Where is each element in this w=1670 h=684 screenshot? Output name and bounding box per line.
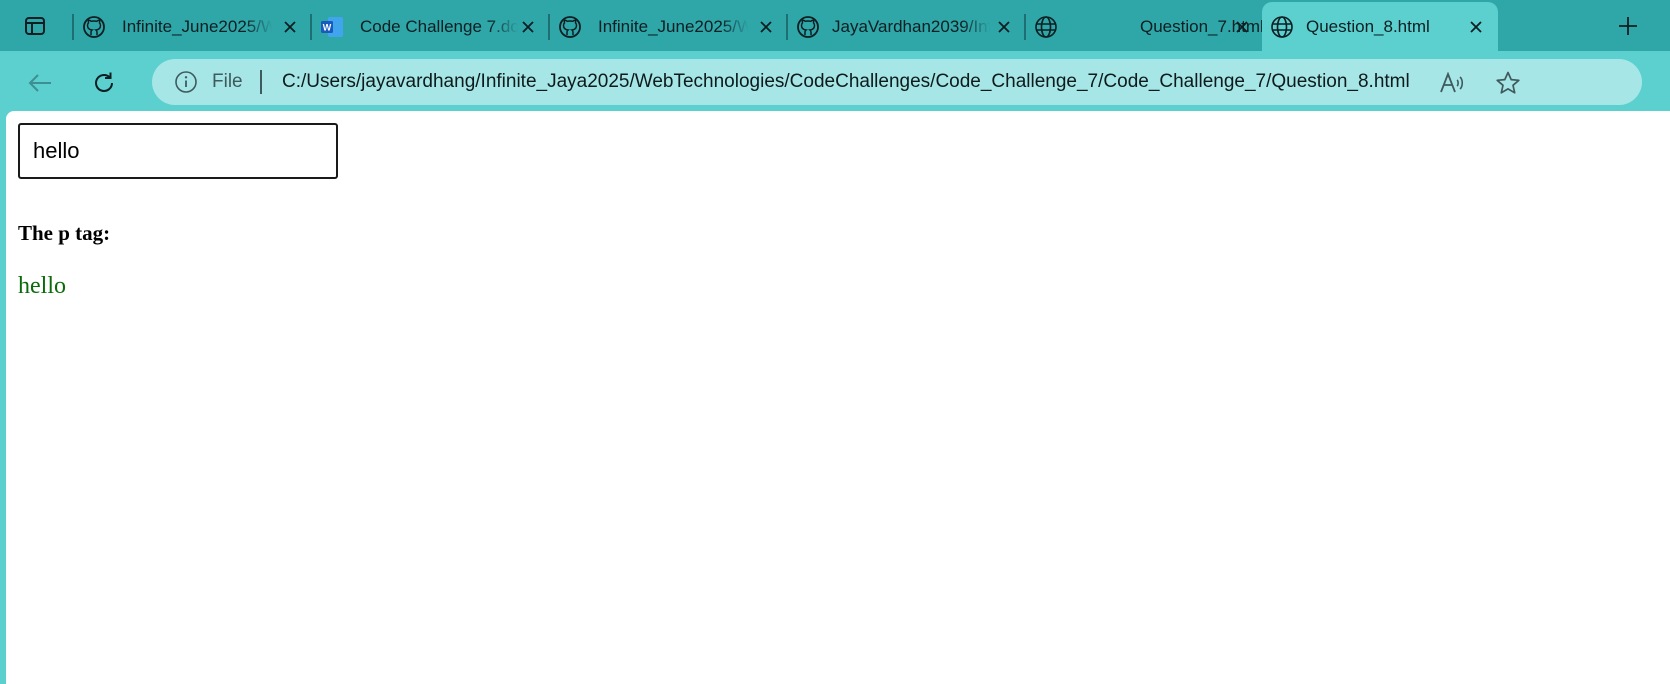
close-icon	[998, 21, 1010, 33]
globe-icon	[1270, 15, 1294, 39]
p-tag-heading: The p tag:	[18, 221, 111, 245]
tab-question-8[interactable]: Question_8.html	[1262, 2, 1498, 51]
address-separator	[260, 70, 262, 94]
output-paragraph: hello	[18, 273, 66, 299]
tab-code-challenge-doc[interactable]: W Code Challenge 7.docx	[310, 6, 546, 45]
tab-separator	[72, 14, 74, 40]
plus-icon	[1619, 17, 1637, 35]
back-button[interactable]	[22, 65, 58, 101]
github-icon	[796, 15, 820, 39]
tab-close-button[interactable]	[1232, 17, 1252, 37]
github-icon	[558, 15, 582, 39]
github-icon	[82, 15, 106, 39]
page-viewport: The p tag: hello	[6, 111, 1670, 684]
refresh-button[interactable]	[86, 65, 122, 101]
info-icon[interactable]	[174, 70, 198, 94]
back-arrow-icon	[28, 74, 51, 92]
address-bar[interactable]: File C:/Users/jayavardhang/Infinite_Jaya…	[152, 59, 1642, 105]
tab-close-button[interactable]	[756, 17, 776, 37]
tab-separator	[786, 14, 788, 40]
tab-title: Infinite_June2025/WebTechnologies	[598, 17, 748, 36]
tab-separator	[310, 14, 312, 40]
globe-icon	[1034, 15, 1058, 39]
tab-question-7[interactable]: Question_7.html	[1024, 6, 1264, 45]
tab-infinite-june2025-1[interactable]: Infinite_June2025/WebTechnologies	[72, 6, 308, 45]
tab-jayavardhan-repo[interactable]: JayaVardhan2039/Infinite	[786, 6, 1022, 45]
tab-infinite-june2025-2[interactable]: Infinite_June2025/WebTechnologies	[548, 6, 784, 45]
favorite-star-icon[interactable]	[1494, 69, 1522, 97]
close-icon	[284, 21, 296, 33]
address-url[interactable]: C:/Users/jayavardhang/Infinite_Jaya2025/…	[282, 71, 1410, 93]
browser-toolbar: File C:/Users/jayavardhang/Infinite_Jaya…	[0, 51, 1670, 111]
tab-title: Question_8.html	[1306, 17, 1430, 36]
text-input[interactable]	[18, 123, 338, 179]
tab-separator	[1024, 14, 1026, 40]
close-icon	[760, 21, 772, 33]
tab-strip: Infinite_June2025/WebTechnologies W Code…	[0, 0, 1670, 51]
new-tab-button[interactable]	[1612, 10, 1644, 42]
read-aloud-icon[interactable]	[1438, 69, 1466, 97]
tab-title: Infinite_June2025/WebTechnologies	[122, 17, 272, 36]
tab-title: Code Challenge 7.docx	[360, 17, 518, 36]
close-icon	[1470, 21, 1482, 33]
svg-text:W: W	[323, 23, 332, 33]
tab-close-button[interactable]	[994, 17, 1014, 37]
close-icon	[1236, 21, 1248, 33]
tab-actions-icon	[25, 17, 45, 35]
tab-title: JayaVardhan2039/Infinite	[832, 17, 990, 36]
tab-actions-button[interactable]	[18, 10, 52, 42]
address-scheme-label: File	[212, 71, 243, 92]
tab-close-button[interactable]	[1466, 17, 1486, 37]
close-icon	[522, 21, 534, 33]
tab-close-button[interactable]	[518, 17, 538, 37]
word-icon: W	[320, 15, 344, 39]
tab-separator	[548, 14, 550, 40]
tab-close-button[interactable]	[280, 17, 300, 37]
refresh-icon	[95, 72, 113, 92]
